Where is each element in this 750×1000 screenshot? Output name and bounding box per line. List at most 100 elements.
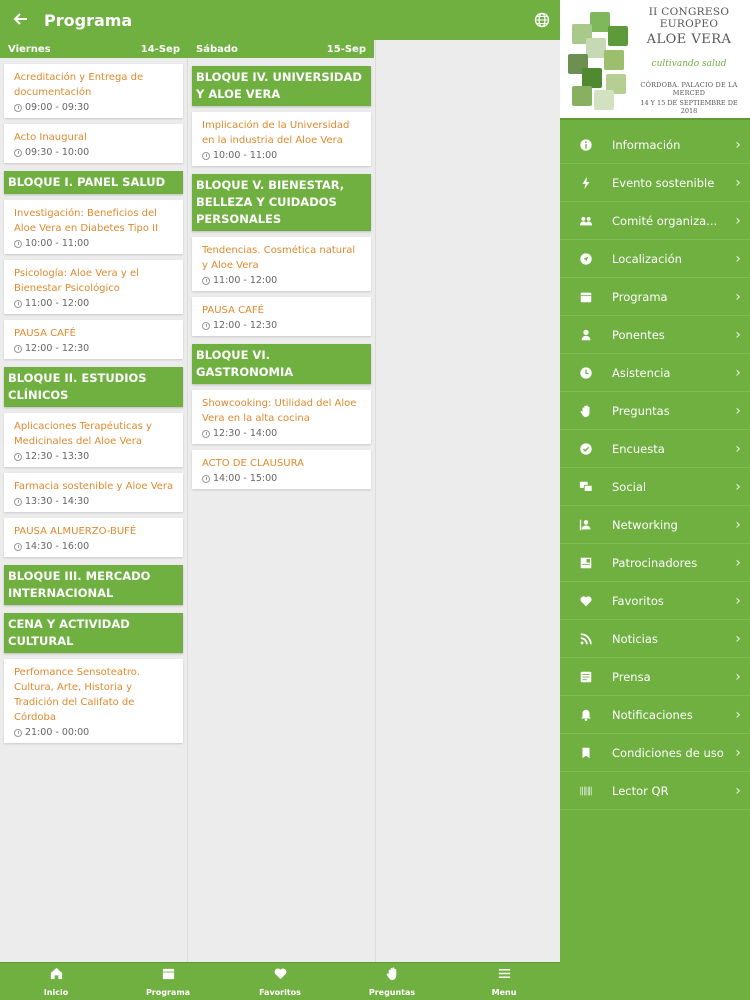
menu-item[interactable]: Ponentes › xyxy=(560,316,750,354)
tab-inicio[interactable]: Inicio xyxy=(0,963,112,1000)
location-icon xyxy=(560,252,612,266)
tab-favoritos[interactable]: Favoritos xyxy=(224,963,336,1000)
chevron-right-icon: › xyxy=(735,288,741,305)
session-title: Tendencias. Cosmética natural y Aloe Ver… xyxy=(202,245,356,271)
block-header[interactable]: BLOQUE II. ESTUDIOS CLÍNICOS xyxy=(4,367,183,407)
chevron-right-icon: › xyxy=(735,744,741,761)
menu-item[interactable]: Prensa › xyxy=(560,658,750,696)
menu-item-label: Evento sostenible xyxy=(612,175,715,190)
menu-item-label: Noticias xyxy=(612,631,658,646)
day-column-saturday: Sábado 15-Sep BLOQUE IV. UNIVERSIDAD Y A… xyxy=(188,40,376,962)
tab-preguntas[interactable]: Preguntas xyxy=(336,963,448,1000)
session-title: PAUSA ALMUERZO-BUFÉ xyxy=(14,526,137,537)
session-title: Perfomance Sensoteatro. Cultura, Arte, H… xyxy=(14,667,140,723)
session-title: Psicología: Aloe Vera y el Bienestar Psi… xyxy=(14,268,139,294)
banner-tagline: cultivando salud xyxy=(651,59,727,69)
session-card[interactable]: Acreditación y Entrega de documentación 0… xyxy=(4,64,183,118)
menu-item-label: Localización xyxy=(612,251,682,266)
menu-icon xyxy=(497,966,512,985)
newspaper-icon xyxy=(560,670,612,684)
hand-icon xyxy=(560,404,612,418)
session-card[interactable]: ACTO DE CLAUSURA 14:00 - 15:00 xyxy=(192,450,371,489)
globe-icon[interactable] xyxy=(524,12,560,28)
block-header[interactable]: BLOQUE VI. GASTRONOMIA xyxy=(192,344,371,384)
clock-icon xyxy=(14,452,22,461)
tab-programa[interactable]: Programa xyxy=(112,963,224,1000)
menu-item[interactable]: Evento sostenible › xyxy=(560,164,750,202)
session-title: PAUSA CAFÉ xyxy=(202,305,264,316)
clock-icon xyxy=(202,276,210,285)
banner-line1: II CONGRESO EUROPEO xyxy=(648,6,730,30)
session-title: ACTO DE CLAUSURA xyxy=(202,458,304,469)
menu-item[interactable]: Información › xyxy=(560,126,750,164)
session-time: 13:30 - 14:30 xyxy=(14,496,175,507)
menu-item[interactable]: Preguntas › xyxy=(560,392,750,430)
tab-menu[interactable]: Menu xyxy=(448,963,560,1000)
block-header[interactable]: BLOQUE IV. UNIVERSIDAD Y ALOE VERA xyxy=(192,66,371,106)
heart-icon xyxy=(273,966,288,985)
chat-icon xyxy=(560,480,612,494)
chevron-right-icon: › xyxy=(735,402,741,419)
menu-list: Información › Evento sostenible › Comité org… xyxy=(560,120,750,810)
chevron-right-icon: › xyxy=(735,440,741,457)
bottom-tab-bar: Inicio Programa Favoritos Preguntas Menu xyxy=(0,962,560,1000)
block-header[interactable]: BLOQUE V. BIENESTAR, BELLEZA Y CUIDADOS … xyxy=(192,174,371,231)
back-arrow-icon[interactable] xyxy=(0,8,40,32)
heart-icon xyxy=(560,594,612,608)
menu-item[interactable]: Social › xyxy=(560,468,750,506)
menu-item-label: Encuesta xyxy=(612,441,665,456)
menu-item[interactable]: Networking › xyxy=(560,506,750,544)
session-card[interactable]: Implicación de la Universidad en la indu… xyxy=(192,112,371,166)
session-time: 12:00 - 12:30 xyxy=(202,320,363,331)
session-card[interactable]: PAUSA CAFÉ 12:00 - 12:30 xyxy=(192,297,371,336)
menu-item-label: Favoritos xyxy=(612,593,664,608)
menu-item[interactable]: Comité organiza... › xyxy=(560,202,750,240)
banner-line2: ALOE VERA xyxy=(646,32,732,47)
clock-icon xyxy=(14,728,22,737)
session-card[interactable]: PAUSA CAFÉ 12:00 - 12:30 xyxy=(4,320,183,359)
session-time: 12:30 - 13:30 xyxy=(14,451,175,462)
menu-item[interactable]: Asistencia › xyxy=(560,354,750,392)
menu-item[interactable]: Favoritos › xyxy=(560,582,750,620)
clock-icon xyxy=(202,474,210,483)
menu-item[interactable]: Notificaciones › xyxy=(560,696,750,734)
calendar-icon xyxy=(161,966,176,985)
session-card[interactable]: Investigación: Beneficios del Aloe Vera … xyxy=(4,200,183,254)
session-time: 09:00 - 09:30 xyxy=(14,102,175,113)
session-time-text: 14:30 - 16:00 xyxy=(25,541,90,552)
clock-icon xyxy=(14,239,22,248)
menu-item-label: Comité organiza... xyxy=(612,213,718,228)
session-card[interactable]: Showcooking: Utilidad del Aloe Vera en l… xyxy=(192,390,371,444)
session-card[interactable]: Perfomance Sensoteatro. Cultura, Arte, H… xyxy=(4,659,183,743)
block-header[interactable]: BLOQUE I. PANEL SALUD xyxy=(4,171,183,194)
menu-item-label: Social xyxy=(612,479,647,494)
session-card[interactable]: PAUSA ALMUERZO-BUFÉ 14:30 - 16:00 xyxy=(4,518,183,557)
menu-item[interactable]: Programa › xyxy=(560,278,750,316)
session-time: 09:30 - 10:00 xyxy=(14,147,175,158)
session-time-text: 21:00 - 00:00 xyxy=(25,727,90,738)
menu-item[interactable]: Lector QR › xyxy=(560,772,750,810)
session-card[interactable]: Aplicaciones Terapéuticas y Medicinales … xyxy=(4,413,183,467)
block-header[interactable]: CENA Y ACTIVIDAD CULTURAL xyxy=(4,613,183,653)
menu-item[interactable]: Noticias › xyxy=(560,620,750,658)
group-icon xyxy=(560,214,612,228)
session-title: Showcooking: Utilidad del Aloe Vera en l… xyxy=(202,398,357,424)
chevron-right-icon: › xyxy=(735,668,741,685)
session-card[interactable]: Tendencias. Cosmética natural y Aloe Ver… xyxy=(192,237,371,291)
menu-item[interactable]: Encuesta › xyxy=(560,430,750,468)
menu-item[interactable]: Localización › xyxy=(560,240,750,278)
block-header[interactable]: BLOQUE III. MERCADO INTERNACIONAL xyxy=(4,565,183,605)
menu-item[interactable]: Condiciones de uso › xyxy=(560,734,750,772)
menu-item[interactable]: Patrocinadores › xyxy=(560,544,750,582)
session-card[interactable]: Psicología: Aloe Vera y el Bienestar Psi… xyxy=(4,260,183,314)
chevron-right-icon: › xyxy=(735,516,741,533)
day-column-friday: Viernes 14-Sep Acreditación y Entrega de… xyxy=(0,40,188,962)
session-card[interactable]: Farmacia sostenible y Aloe Vera 13:30 - 1… xyxy=(4,473,183,512)
clock-icon xyxy=(14,344,22,353)
menu-item-label: Preguntas xyxy=(612,403,670,418)
tab-label: Programa xyxy=(145,988,191,997)
session-card[interactable]: Acto Inaugural 09:30 - 10:00 xyxy=(4,124,183,163)
chevron-right-icon: › xyxy=(735,212,741,229)
menu-item-label: Notificaciones xyxy=(612,707,693,722)
clock-icon xyxy=(202,151,210,160)
